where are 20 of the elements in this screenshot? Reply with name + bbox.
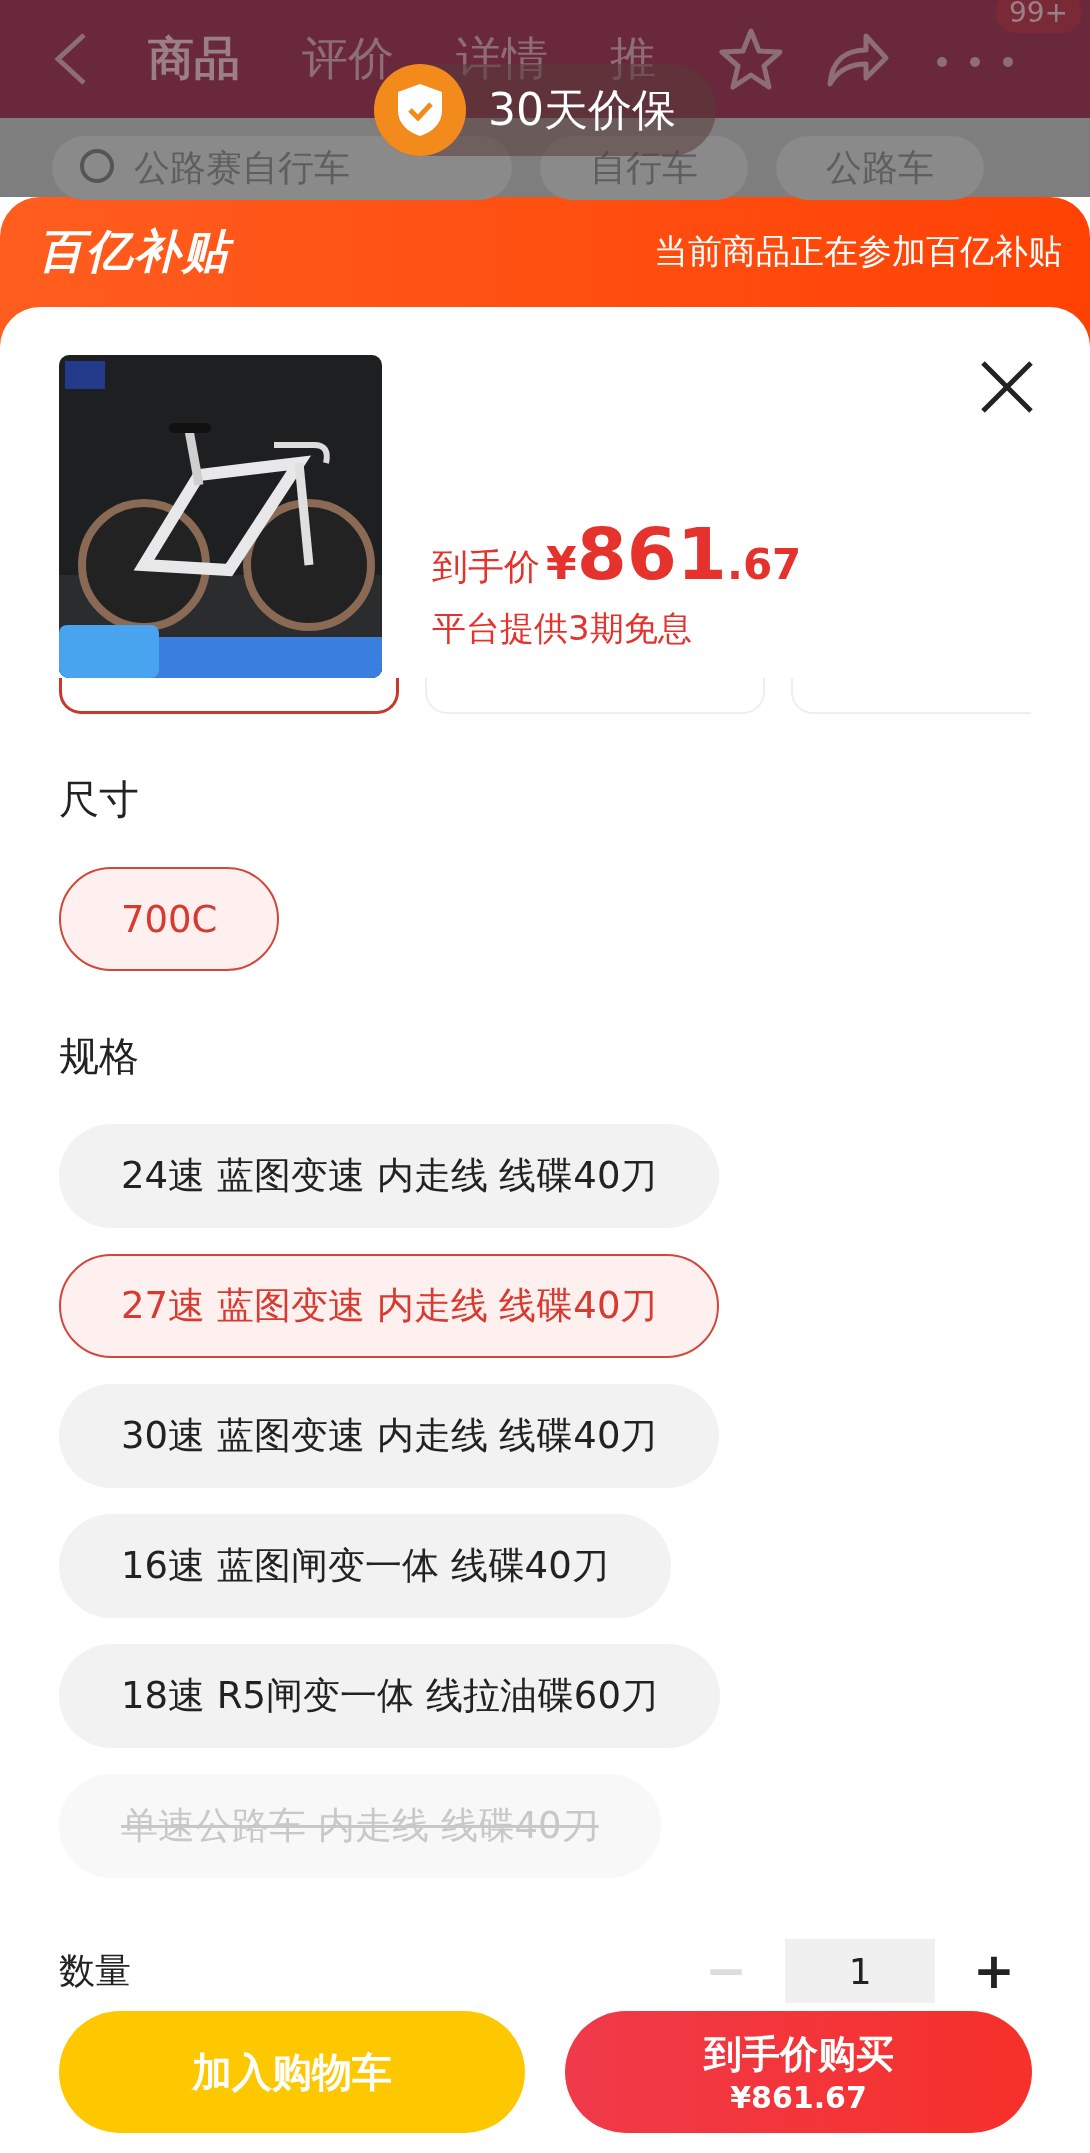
option-chip[interactable]: 30速 蓝图变速 内走线 线碟40刀 xyxy=(59,1384,720,1488)
option-chip[interactable]: 27速 蓝图变速 内走线 线碟40刀 xyxy=(59,1254,720,1358)
notification-badge: 99+ xyxy=(994,0,1082,33)
star-icon[interactable] xyxy=(718,26,784,92)
buy-button[interactable]: 到手价购买 ¥861.67 xyxy=(565,2011,1032,2133)
option-chip[interactable]: 16速 蓝图闸变一体 线碟40刀 xyxy=(59,1514,671,1618)
section-title: 规格 xyxy=(59,1032,140,1081)
nav-tab[interactable]: 评价 xyxy=(302,28,394,90)
nav-tab[interactable]: 商品 xyxy=(148,28,240,90)
option-chip[interactable]: 24速 蓝图变速 内走线 线碟40刀 xyxy=(59,1124,720,1228)
section-title: 尺寸 xyxy=(59,775,140,824)
option-chip[interactable]: 700C xyxy=(59,867,280,971)
option-chip[interactable]: 18速 R5闸变一体 线拉油碟60刀 xyxy=(59,1644,720,1748)
quantity-label: 数量 xyxy=(59,1948,132,1993)
banner-message: 当前商品正在参加百亿补贴 xyxy=(654,230,1062,273)
installment-note: 平台提供3期免息 xyxy=(432,607,693,650)
price: 到手价¥861.67 xyxy=(432,512,802,596)
quantity-field[interactable]: 1 xyxy=(785,1939,936,2003)
increase-button[interactable]: + xyxy=(957,1942,1031,2000)
add-to-cart-button[interactable]: 加入购物车 xyxy=(59,2011,525,2133)
